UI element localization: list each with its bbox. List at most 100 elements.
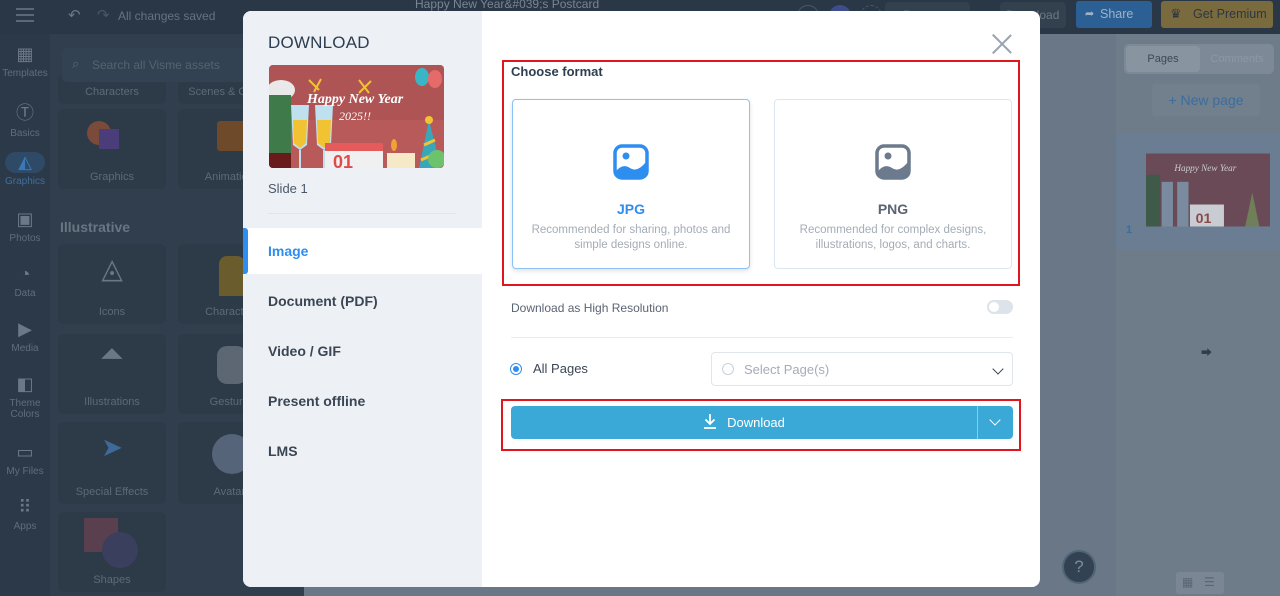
- list-view-icon[interactable]: ☰: [1204, 575, 1215, 589]
- nav-item-image[interactable]: Image: [243, 228, 482, 274]
- select-pages-placeholder: Select Page(s): [744, 362, 830, 377]
- rail-label: Graphics: [4, 176, 45, 187]
- nav-item-video-gif[interactable]: Video / GIF: [243, 328, 482, 374]
- share-arrow-icon: ➦: [1085, 8, 1095, 20]
- svg-text:01: 01: [1196, 211, 1212, 227]
- rail-label: Theme Colors: [9, 398, 41, 420]
- sidebar-divider: [268, 213, 456, 214]
- tab-pages[interactable]: Pages: [1126, 46, 1200, 72]
- get-premium-button[interactable]: ♛ Get Premium: [1161, 1, 1273, 28]
- download-button[interactable]: Download: [511, 406, 977, 439]
- character-illustration: [219, 256, 245, 296]
- new-page-button[interactable]: + New page: [1152, 84, 1260, 116]
- rail-item-my-files[interactable]: ▭ My Files: [0, 442, 50, 477]
- rail-item-templates[interactable]: ▦ Templates: [0, 44, 50, 79]
- all-pages-radio[interactable]: [510, 363, 522, 375]
- pie-chart-icon: ◔: [19, 264, 31, 284]
- asset-label: Special Effects: [75, 486, 149, 498]
- rocket-illustration: ⏶: [100, 338, 124, 371]
- rail-item-data[interactable]: ◔ Data: [0, 264, 50, 299]
- download-modal: DOWNLOAD 01 Happy New Year 2025!! Slide …: [243, 11, 1040, 587]
- svg-text:01: 01: [333, 152, 353, 168]
- view-toggle[interactable]: ▦ ☰: [1176, 572, 1224, 594]
- paper-plane-illustration: ➤: [101, 432, 123, 462]
- rail-label: Basics: [10, 128, 40, 139]
- image-icon: [875, 144, 911, 180]
- page-thumbnail-row[interactable]: 1 01 Happy New Year ⮕: [1116, 134, 1280, 359]
- asset-label: Characters: [85, 86, 139, 98]
- asset-card-icons[interactable]: ◬ Icons: [58, 244, 166, 324]
- rail-label: Apps: [13, 521, 37, 532]
- undo-icon[interactable]: ↶: [68, 6, 81, 24]
- rail-label: Templates: [2, 68, 48, 79]
- high-resolution-label: Download as High Resolution: [511, 301, 669, 315]
- asset-label: Graphics: [89, 171, 135, 183]
- download-options-button[interactable]: [978, 406, 1013, 439]
- pages-panel: Pages Comments + New page 1 01 Happy New…: [1116, 34, 1280, 596]
- divider: [511, 337, 1013, 338]
- redo-icon[interactable]: ↷: [97, 6, 110, 24]
- high-resolution-toggle[interactable]: [987, 300, 1013, 314]
- search-icon: ⌕: [72, 56, 80, 71]
- folder-icon: ▭: [16, 442, 34, 462]
- format-description: Recommended for complex designs, illustr…: [799, 224, 987, 251]
- download-icon: [704, 414, 717, 429]
- page-action-icon[interactable]: ⮕: [1201, 344, 1212, 360]
- svg-text:2025!!: 2025!!: [339, 109, 371, 123]
- modal-title: DOWNLOAD: [268, 33, 370, 52]
- tab-comments[interactable]: Comments: [1202, 46, 1272, 72]
- left-rail: ▦ Templates Ⓣ Basics ◭ Graphics ▣ Photos ◔ Da…: [0, 34, 50, 596]
- rail-label: Photos: [9, 233, 41, 244]
- templates-icon: ▦: [16, 44, 34, 64]
- section-title-illustrative: Illustrative: [60, 219, 131, 235]
- format-card-png[interactable]: PNG Recommended for complex designs, ill…: [774, 99, 1012, 269]
- rail-item-photos[interactable]: ▣ Photos: [0, 209, 50, 244]
- rail-item-apps[interactable]: ⠿ Apps: [0, 497, 50, 532]
- rail-item-theme-colors[interactable]: ◧ Theme Colors: [0, 374, 50, 420]
- share-button[interactable]: ➦ Share: [1076, 1, 1152, 28]
- asset-label: Icons: [98, 306, 126, 318]
- rail-item-graphics[interactable]: ◭ Graphics: [0, 152, 50, 187]
- format-description: Recommended for sharing, photos and simp…: [531, 224, 731, 251]
- all-pages-label[interactable]: All Pages: [533, 361, 588, 376]
- hamburger-menu-icon[interactable]: [16, 8, 34, 22]
- postcard-preview-image: 01 Happy New Year 2025!!: [269, 65, 444, 168]
- graphics-icon: ◭: [5, 152, 45, 173]
- pizza-illustration: ◬: [101, 253, 123, 284]
- format-name: PNG: [877, 201, 909, 217]
- page-thumbnail[interactable]: 01 Happy New Year: [1146, 142, 1270, 238]
- page-number: 1: [1126, 224, 1133, 236]
- select-pages-radio[interactable]: [722, 363, 734, 375]
- format-card-jpg[interactable]: JPG Recommended for sharing, photos and …: [512, 99, 750, 269]
- nav-item-lms[interactable]: LMS: [243, 428, 482, 474]
- modal-sidebar: DOWNLOAD 01 Happy New Year 2025!! Slide …: [243, 11, 482, 587]
- text-icon: Ⓣ: [16, 103, 34, 123]
- graphics-illustration: [87, 121, 137, 156]
- rail-item-basics[interactable]: Ⓣ Basics: [0, 99, 50, 139]
- share-label: Share: [1100, 7, 1134, 21]
- chevron-down-icon: [992, 363, 1004, 375]
- svg-text:Happy New Year: Happy New Year: [306, 92, 404, 107]
- asset-card-graphics[interactable]: Graphics: [58, 109, 166, 189]
- choose-format-label: Choose format: [511, 64, 603, 79]
- rail-label: Media: [11, 343, 39, 354]
- grid-view-icon[interactable]: ▦: [1182, 575, 1193, 589]
- document-title[interactable]: Happy New Year&#039;s Postcard: [415, 0, 599, 11]
- chevron-down-icon: [989, 414, 1001, 426]
- nav-item-document-pdf[interactable]: Document (PDF): [243, 278, 482, 324]
- rail-label: Data: [14, 288, 36, 299]
- help-button[interactable]: ?: [1062, 550, 1096, 584]
- close-icon[interactable]: [991, 33, 1013, 55]
- select-pages-dropdown[interactable]: Select Page(s): [711, 352, 1013, 386]
- nav-item-present-offline[interactable]: Present offline: [243, 378, 482, 424]
- asset-card-illustrations[interactable]: ⏶ Illustrations: [58, 334, 166, 414]
- pages-tabs: Pages Comments: [1124, 44, 1274, 74]
- premium-label: Get Premium: [1193, 7, 1267, 21]
- image-icon: [613, 144, 649, 180]
- asset-card-special-effects[interactable]: ➤ Special Effects: [58, 422, 166, 504]
- shapes-illustration: [84, 518, 140, 568]
- slide-preview: 01 Happy New Year 2025!!: [269, 65, 444, 168]
- asset-card-shapes[interactable]: Shapes: [58, 512, 166, 592]
- rail-item-media[interactable]: ▶ Media: [0, 319, 50, 354]
- asset-label: Shapes: [93, 574, 131, 586]
